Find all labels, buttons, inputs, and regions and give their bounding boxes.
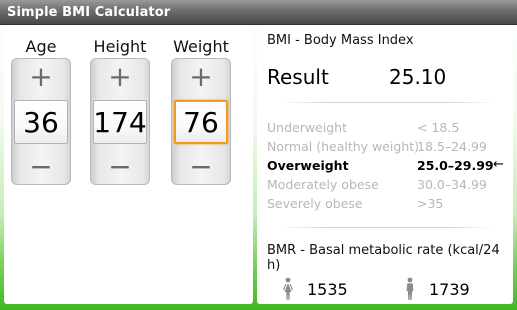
age-decrement-button[interactable]: − — [12, 149, 70, 184]
bmi-category-row: Severely obese >35 — [267, 196, 507, 214]
age-label: Age — [25, 37, 57, 56]
weight-stepper: + 76 − — [171, 58, 231, 185]
bmi-category-row: Moderately obese 30.0–34.99 — [267, 177, 507, 195]
female-figure-icon — [283, 277, 293, 300]
bmi-result-value: 25.10 — [389, 65, 447, 89]
bmi-category-row: Normal (healthy weight) 18.5–24.99 — [267, 139, 507, 157]
category-range: 18.5–24.99 — [417, 139, 487, 154]
bmi-section-title: BMI - Body Mass Index — [267, 33, 414, 48]
category-range: 30.0–34.99 — [417, 177, 487, 192]
bmr-female: 1535 — [281, 277, 348, 301]
height-stepper: + 174 − — [90, 58, 150, 185]
weight-value-field[interactable]: 76 — [174, 100, 228, 144]
bmi-category-row-active: Overweight 25.0–29.99 ← — [267, 157, 507, 176]
age-increment-button[interactable]: + — [12, 59, 70, 94]
input-panel: Age + 36 − Height + 174 − Weight + 76 − — [4, 29, 253, 304]
category-name: Moderately obese — [267, 177, 379, 192]
divider — [279, 102, 495, 103]
male-figure-icon — [406, 277, 414, 300]
category-name: Severely obese — [267, 196, 363, 211]
category-range: 25.0–29.99 — [417, 158, 494, 173]
divider — [279, 227, 495, 228]
height-label: Height — [93, 37, 147, 56]
weight-decrement-button[interactable]: − — [172, 149, 230, 184]
bmr-male: 1739 — [403, 277, 470, 301]
weight-label: Weight — [173, 37, 229, 56]
bmi-category-row: Underweight < 18.5 — [267, 120, 507, 138]
result-label: Result — [267, 65, 329, 89]
title-bar: Simple BMI Calculator — [0, 0, 517, 25]
height-value-field[interactable]: 174 — [93, 100, 147, 144]
category-range: >35 — [417, 196, 444, 211]
results-panel: BMI - Body Mass Index Result 25.10 Under… — [257, 29, 513, 304]
height-increment-button[interactable]: + — [91, 59, 149, 94]
age-value-field[interactable]: 36 — [14, 100, 68, 144]
category-name: Overweight — [267, 158, 349, 173]
app-title: Simple BMI Calculator — [7, 4, 171, 20]
age-stepper: + 36 − — [11, 58, 71, 185]
arrow-left-icon: ← — [493, 157, 504, 172]
height-decrement-button[interactable]: − — [91, 149, 149, 184]
category-range: < 18.5 — [417, 120, 460, 135]
bmr-section-title: BMR - Basal metabolic rate (kcal/24 h) — [267, 243, 500, 273]
bmr-male-value: 1739 — [429, 279, 470, 299]
weight-increment-button[interactable]: + — [172, 59, 230, 94]
category-name: Normal (healthy weight) — [267, 139, 420, 154]
category-name: Underweight — [267, 120, 347, 135]
bmr-female-value: 1535 — [307, 279, 348, 299]
